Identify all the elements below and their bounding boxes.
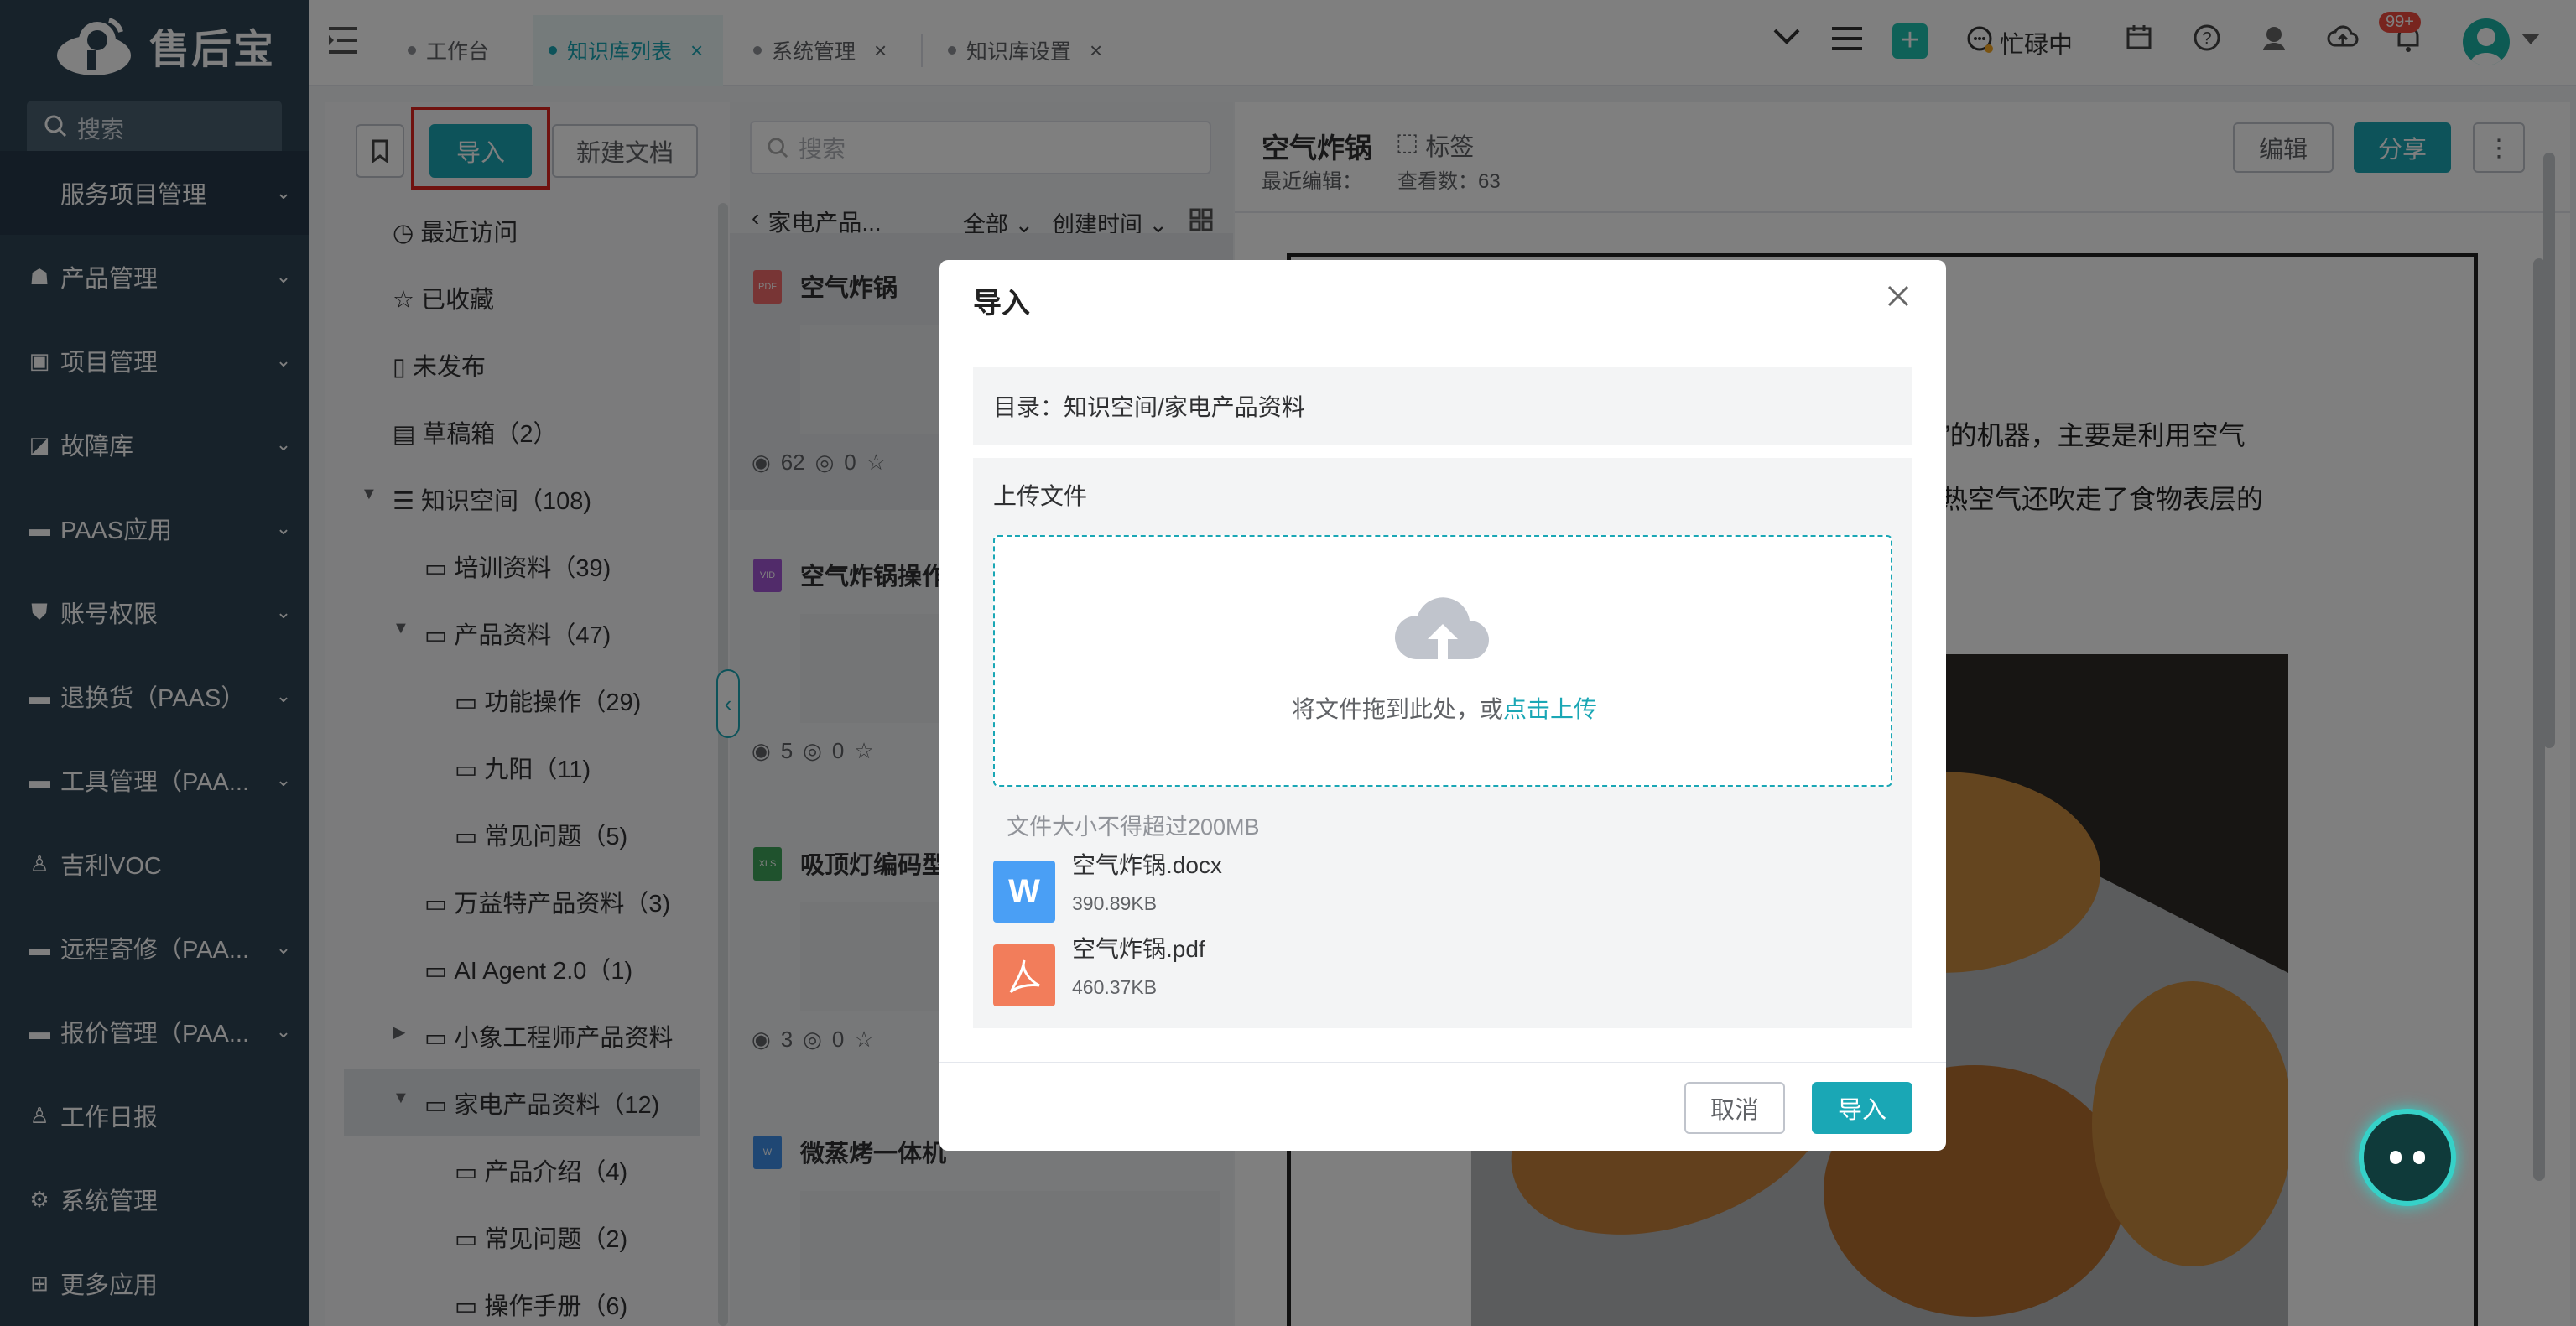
file-name: 空气炸锅.docx xyxy=(1072,852,1222,878)
dialog-title: 导入 xyxy=(973,288,1030,320)
click-upload-link[interactable]: 点击上传 xyxy=(1503,696,1597,722)
cloud-upload-icon xyxy=(1392,584,1493,668)
file-name: 空气炸锅.pdf xyxy=(1072,936,1205,962)
uploaded-file[interactable]: W 空气炸锅.docx 390.89KB xyxy=(993,847,1892,923)
file-size: 460.37KB xyxy=(1072,976,1158,998)
import-dialog: 导入 目录：知识空间/家电产品资料 上传文件 将文件拖到此处，或点击上传 文件大… xyxy=(939,260,1946,1151)
close-icon[interactable] xyxy=(1887,285,1909,311)
upload-label: 上传文件 xyxy=(993,483,1088,509)
word-file-icon: W xyxy=(993,861,1055,923)
file-size: 390.89KB xyxy=(1072,892,1158,914)
cancel-button[interactable]: 取消 xyxy=(1684,1082,1785,1134)
confirm-import-button[interactable]: 导入 xyxy=(1812,1082,1912,1134)
directory-path: 目录：知识空间/家电产品资料 xyxy=(973,367,1912,445)
pdf-file-icon xyxy=(993,944,1055,1006)
upload-section: 上传文件 将文件拖到此处，或点击上传 文件大小不得超过200MB W 空气炸锅.d… xyxy=(973,458,1912,1028)
dropzone-text: 将文件拖到此处，或点击上传 xyxy=(995,691,1894,725)
upload-dropzone[interactable]: 将文件拖到此处，或点击上传 xyxy=(993,535,1892,787)
assistant-bot-icon[interactable] xyxy=(2359,1109,2456,1206)
dialog-footer-divider xyxy=(939,1062,1946,1063)
drop-hint: 将文件拖到此处，或 xyxy=(1291,696,1503,722)
file-size-hint: 文件大小不得超过200MB xyxy=(1007,814,1260,840)
uploaded-file[interactable]: 空气炸锅.pdf 460.37KB xyxy=(993,931,1892,1006)
